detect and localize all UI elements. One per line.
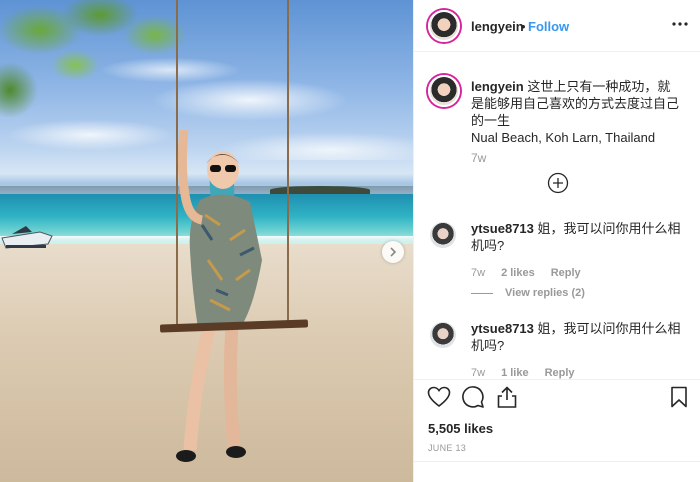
comment-button[interactable] bbox=[460, 384, 486, 410]
action-bar bbox=[414, 379, 700, 415]
heart-icon bbox=[427, 386, 451, 408]
next-photo-button[interactable] bbox=[382, 241, 404, 263]
caption-avatar[interactable] bbox=[428, 75, 460, 107]
caption-username[interactable]: lengyein bbox=[471, 79, 524, 94]
bookmark-icon bbox=[671, 386, 687, 408]
more-options-icon bbox=[672, 22, 688, 26]
comment-meta: 7w 1 like Reply bbox=[471, 367, 575, 379]
like-button[interactable] bbox=[426, 384, 452, 410]
share-icon bbox=[497, 386, 517, 408]
save-button[interactable] bbox=[666, 384, 692, 410]
reply-button[interactable]: Reply bbox=[551, 267, 581, 279]
comment-meta: 7w 2 likes Reply bbox=[471, 267, 581, 279]
comment-avatar[interactable] bbox=[430, 222, 456, 248]
tree-foliage bbox=[0, 0, 220, 140]
reply-button[interactable]: Reply bbox=[545, 367, 575, 379]
share-button[interactable] bbox=[494, 384, 520, 410]
post-details-panel: lengyein • Follow lengyein 这世上只有一种成功，就是能… bbox=[413, 0, 700, 482]
comment-username[interactable]: ytsue8713 bbox=[471, 321, 534, 336]
comment-body: ytsue8713 姐，我可以问你用什么相机吗? bbox=[471, 320, 686, 354]
comment-time[interactable]: 7w bbox=[471, 267, 485, 279]
replies-line bbox=[471, 292, 493, 294]
jetski bbox=[1, 226, 53, 249]
caption: lengyein 这世上只有一种成功，就是能够用自己喜欢的方式去度过自己的一生 … bbox=[471, 78, 683, 146]
likes-count[interactable]: 5,505 likes bbox=[428, 421, 493, 436]
caption-location[interactable]: Nual Beach, Koh Larn, Thailand bbox=[471, 130, 655, 145]
view-replies-label: View replies (2) bbox=[505, 287, 585, 299]
comment-avatar[interactable] bbox=[430, 322, 456, 348]
plus-circle-icon bbox=[547, 172, 569, 194]
more-options-button[interactable] bbox=[671, 15, 689, 33]
header-username[interactable]: lengyein bbox=[471, 19, 524, 34]
load-more-comments-button[interactable] bbox=[547, 172, 569, 194]
view-replies-button[interactable]: View replies (2) bbox=[471, 287, 585, 299]
chevron-right-icon bbox=[390, 247, 397, 257]
comment-likes[interactable]: 1 like bbox=[501, 367, 529, 379]
woman-on-swing bbox=[176, 130, 262, 462]
separator-dot: • bbox=[521, 19, 526, 34]
avatar[interactable] bbox=[428, 10, 460, 42]
comment-username[interactable]: ytsue8713 bbox=[471, 221, 534, 236]
follow-button[interactable]: Follow bbox=[528, 19, 569, 34]
post-photo[interactable] bbox=[0, 0, 413, 482]
comment-time[interactable]: 7w bbox=[471, 367, 485, 379]
caption-timestamp[interactable]: 7w bbox=[471, 151, 486, 165]
divider bbox=[414, 461, 700, 462]
post-header: lengyein • Follow bbox=[414, 0, 700, 52]
comment-likes[interactable]: 2 likes bbox=[501, 267, 535, 279]
post-date[interactable]: JUNE 13 bbox=[428, 443, 466, 453]
comment-body: ytsue8713 姐，我可以问你用什么相机吗? bbox=[471, 220, 686, 254]
comment-bubble-icon bbox=[462, 386, 484, 408]
